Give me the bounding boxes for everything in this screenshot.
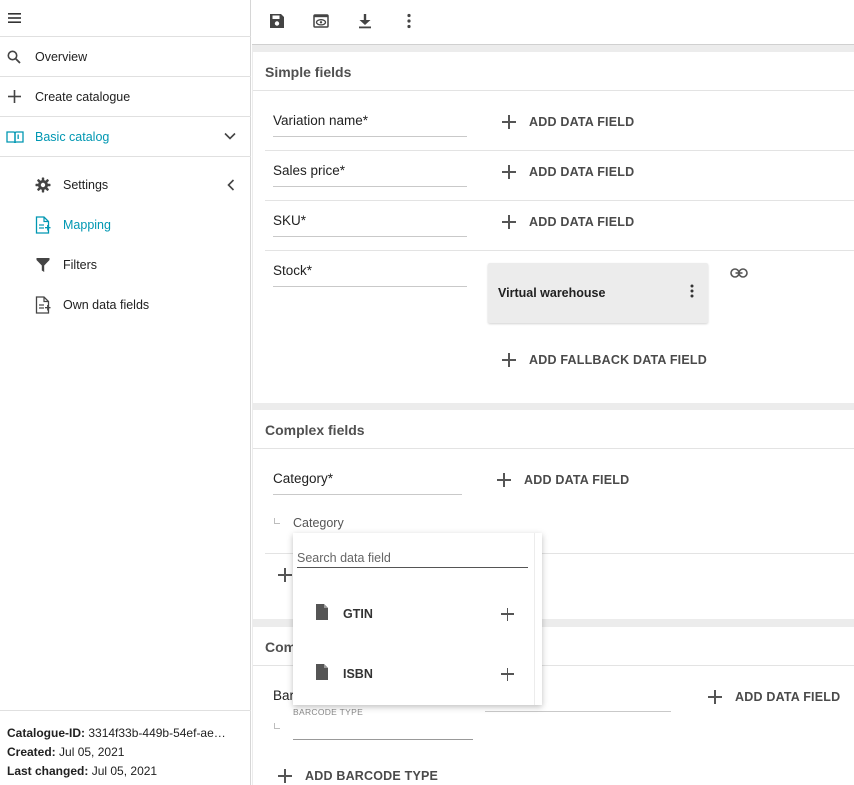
simple-fields-card: Simple fields Variation name* ADD DATA F… xyxy=(253,52,854,403)
card-divider xyxy=(253,90,854,91)
row-divider xyxy=(265,250,854,251)
row-divider xyxy=(265,150,854,151)
sub-item-connector xyxy=(274,518,280,524)
sidebar-divider xyxy=(0,710,251,711)
field-label-barcode: Bar xyxy=(273,688,295,703)
add-data-field-button[interactable]: ADD DATA FIELD xyxy=(502,115,634,129)
search-icon xyxy=(7,50,21,64)
field-underline xyxy=(485,711,671,712)
sidebar-item-filters[interactable]: Filters xyxy=(0,245,251,285)
field-label-sales-price: Sales price* xyxy=(273,163,346,178)
dropdown-scrollbar[interactable] xyxy=(534,533,542,705)
sidebar-item-create-catalogue[interactable]: Create catalogue xyxy=(0,77,251,117)
sidebar-item-label: Own data fields xyxy=(63,298,150,312)
data-field-chip-virtual-warehouse[interactable]: Virtual warehouse xyxy=(488,263,708,323)
sidebar-item-own-data-fields[interactable]: Own data fields xyxy=(0,285,251,325)
catalogue-created: Created: Jul 05, 2021 xyxy=(7,745,125,759)
add-data-field-button[interactable]: ADD DATA FIELD xyxy=(502,165,634,179)
field-label-variation-name: Variation name* xyxy=(273,113,369,128)
plus-icon xyxy=(278,568,292,582)
sidebar-item-label: Basic catalog xyxy=(35,130,110,144)
chevron-down-icon[interactable] xyxy=(224,132,236,140)
add-fallback-data-field-button[interactable]: ADD FALLBACK DATA FIELD xyxy=(502,353,707,367)
sidebar-item-overview[interactable]: Overview xyxy=(0,37,251,77)
add-data-field-button[interactable]: ADD DATA FIELD xyxy=(708,690,840,704)
sidebar-item-label: Filters xyxy=(63,258,98,272)
dropdown-item-isbn[interactable]: ISBN xyxy=(293,654,533,694)
plus-icon xyxy=(502,165,516,179)
sidebar-item-label: Overview xyxy=(35,50,88,64)
add-data-field-button[interactable]: ADD DATA FIELD xyxy=(502,215,634,229)
barcode-type-input[interactable] xyxy=(293,739,473,740)
chip-label: Virtual warehouse xyxy=(498,286,606,300)
plus-icon xyxy=(708,690,722,704)
save-icon[interactable] xyxy=(267,11,287,31)
sidebar-divider xyxy=(0,156,251,157)
field-underline xyxy=(273,186,467,187)
plus-icon xyxy=(8,90,21,103)
download-icon[interactable] xyxy=(355,11,375,31)
more-vert-icon[interactable] xyxy=(690,284,694,303)
search-data-field-input[interactable] xyxy=(297,548,528,568)
catalogue-last-changed: Last changed: Jul 05, 2021 xyxy=(7,764,158,778)
barcode-type-label: BARCODE TYPE xyxy=(293,707,364,717)
plus-icon xyxy=(502,353,516,367)
catalogue-info: Catalogue-ID: 3314f33b-449b-54ef-ae… Cre… xyxy=(7,724,226,781)
catalogue-id: Catalogue-ID: 3314f33b-449b-54ef-ae… xyxy=(7,726,226,740)
field-label-stock: Stock* xyxy=(273,263,313,278)
add-data-field-button[interactable]: ADD DATA FIELD xyxy=(497,473,629,487)
add-barcode-type-button[interactable]: ADD BARCODE TYPE xyxy=(278,769,438,783)
row-divider xyxy=(265,200,854,201)
filter-icon xyxy=(36,257,50,273)
sidebar: Overview Create catalogue Basic catalog … xyxy=(0,0,251,785)
field-underline xyxy=(273,494,462,495)
plus-icon xyxy=(502,115,516,129)
plus-icon xyxy=(497,473,511,487)
sidebar-item-label: Settings xyxy=(63,178,109,192)
plus-icon[interactable] xyxy=(501,607,514,621)
card-title: Complex fields xyxy=(265,422,365,438)
preview-icon[interactable] xyxy=(311,11,331,31)
file-mapping-icon xyxy=(35,216,51,234)
card-title: Simple fields xyxy=(265,64,352,80)
dropdown-item-gtin[interactable]: GTIN xyxy=(293,594,533,634)
file-plus-icon xyxy=(35,296,51,314)
sub-item-connector xyxy=(274,723,280,729)
book-icon xyxy=(6,130,24,144)
file-icon xyxy=(315,603,329,626)
dropdown-item-label: ISBN xyxy=(343,667,373,681)
field-underline xyxy=(273,136,467,137)
sidebar-item-basic-catalog[interactable]: Basic catalog xyxy=(0,117,251,157)
chevron-left-icon[interactable] xyxy=(227,179,235,191)
plus-icon[interactable] xyxy=(501,667,514,681)
card-title: Com xyxy=(265,639,297,655)
dropdown-item-label: GTIN xyxy=(343,607,373,621)
plus-icon xyxy=(278,769,292,783)
sidebar-item-label: Mapping xyxy=(63,218,111,232)
card-divider xyxy=(253,448,854,449)
plus-icon xyxy=(502,215,516,229)
data-field-dropdown: GTIN ISBN xyxy=(293,533,542,705)
toolbar xyxy=(252,0,854,45)
link-icon[interactable] xyxy=(730,266,748,284)
hamburger-menu-icon[interactable] xyxy=(7,10,23,26)
sub-item-category: Category xyxy=(293,516,344,530)
more-vert-icon[interactable] xyxy=(399,11,419,31)
file-icon xyxy=(315,663,329,686)
sidebar-item-mapping[interactable]: Mapping xyxy=(0,205,251,245)
field-label-sku: SKU* xyxy=(273,213,307,228)
field-label-category: Category* xyxy=(273,471,334,486)
field-underline xyxy=(273,236,467,237)
field-underline xyxy=(273,286,467,287)
sidebar-item-settings[interactable]: Settings xyxy=(0,165,251,205)
gear-icon xyxy=(35,177,51,193)
sidebar-item-label: Create catalogue xyxy=(35,90,131,104)
